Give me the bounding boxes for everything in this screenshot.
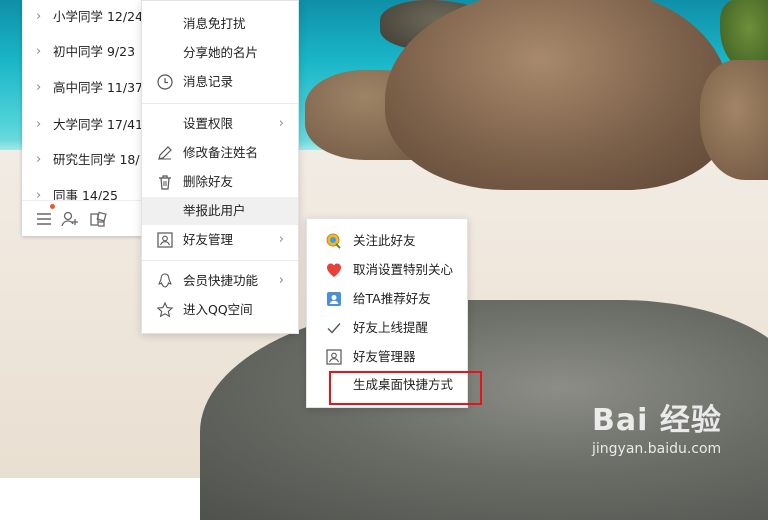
contact-card-icon <box>325 348 343 366</box>
menu-item-qzone[interactable]: 进入QQ空间 <box>142 296 298 324</box>
menu-item-follow-friend[interactable]: 关注此好友 <box>307 227 467 255</box>
menu-icon[interactable] <box>34 209 54 229</box>
star-icon <box>156 301 174 319</box>
watermark-url: jingyan.baidu.com <box>592 441 722 457</box>
menu-item-label: 好友上线提醒 <box>353 320 429 335</box>
pencil-icon <box>156 144 174 162</box>
trash-icon <box>156 173 174 191</box>
menu-item-message-history[interactable]: 消息记录 <box>142 68 298 96</box>
add-contact-icon[interactable] <box>60 209 80 229</box>
menu-item-online-reminder[interactable]: 好友上线提醒 <box>307 314 467 342</box>
menu-item-delete-friend[interactable]: 删除好友 <box>142 168 298 196</box>
menu-item-label: 消息免打扰 <box>183 16 246 31</box>
menu-item-label: 消息记录 <box>183 74 234 89</box>
menu-item-recommend-friend[interactable]: 给TA推荐好友 <box>307 285 467 313</box>
menu-item-label: 举报此用户 <box>183 203 246 218</box>
menu-item-edit-remark[interactable]: 修改备注姓名 <box>142 139 298 167</box>
apps-icon[interactable] <box>88 209 108 229</box>
menu-item-label: 好友管理 <box>183 232 234 247</box>
group-label: 高中同学 11/37 <box>53 80 143 95</box>
chevron-right-icon: › <box>36 44 42 59</box>
menu-item-label: 好友管理器 <box>353 349 416 364</box>
menu-item-report-user[interactable]: 举报此用户 <box>142 197 298 225</box>
menu-item-cancel-special-care[interactable]: 取消设置特别关心 <box>307 256 467 284</box>
menu-item-label: 关注此好友 <box>353 233 416 248</box>
menu-item-label: 给TA推荐好友 <box>353 291 431 306</box>
menu-item-label: 删除好友 <box>183 174 234 189</box>
chevron-right-icon: › <box>36 152 42 167</box>
penguin-icon <box>156 272 174 290</box>
chevron-right-icon: › <box>278 232 284 247</box>
group-label: 研究生同学 18/ <box>53 152 140 167</box>
menu-separator <box>142 103 298 104</box>
menu-separator <box>142 260 298 261</box>
chevron-right-icon: › <box>278 273 284 288</box>
menu-item-share-card[interactable]: 分享她的名片 <box>142 39 298 67</box>
check-icon <box>325 319 343 337</box>
menu-item-label: 设置权限 <box>183 116 234 131</box>
chevron-right-icon: › <box>36 117 42 132</box>
menu-item-label: 进入QQ空间 <box>183 302 253 317</box>
group-label: 大学同学 17/41 <box>53 117 143 132</box>
chevron-right-icon: › <box>36 80 42 95</box>
rock-large <box>385 0 730 190</box>
chevron-right-icon: › <box>36 9 42 24</box>
clock-icon <box>156 73 174 91</box>
notification-dot <box>50 204 55 209</box>
watermark-logo: Bai 经验 <box>592 403 722 438</box>
menu-item-member-shortcuts[interactable]: 会员快捷功能 › <box>142 267 298 295</box>
heart-icon <box>325 261 343 279</box>
follow-icon <box>325 232 343 250</box>
contact-card-icon <box>156 231 174 249</box>
contact-context-menu: 消息免打扰 分享她的名片 消息记录 设置权限 › 修改备注姓名 删除好友 举报此… <box>141 0 299 334</box>
group-label: 小学同学 12/24 <box>53 9 143 24</box>
recommend-icon <box>325 290 343 308</box>
menu-item-label: 分享她的名片 <box>183 45 259 60</box>
group-label: 初中同学 9/23 <box>53 44 136 59</box>
menu-item-friend-management[interactable]: 好友管理 › <box>142 226 298 254</box>
chevron-right-icon: › <box>278 116 284 131</box>
menu-item-label: 修改备注姓名 <box>183 145 259 160</box>
menu-item-permissions[interactable]: 设置权限 › <box>142 110 298 138</box>
menu-item-mute[interactable]: 消息免打扰 <box>142 10 298 38</box>
menu-item-label: 会员快捷功能 <box>183 273 259 288</box>
menu-item-friend-manager[interactable]: 好友管理器 <box>307 343 467 371</box>
menu-item-label: 取消设置特别关心 <box>353 262 454 277</box>
baidu-jingyan-watermark: Bai 经验 jingyan.baidu.com <box>592 395 762 465</box>
highlight-box <box>329 371 482 405</box>
